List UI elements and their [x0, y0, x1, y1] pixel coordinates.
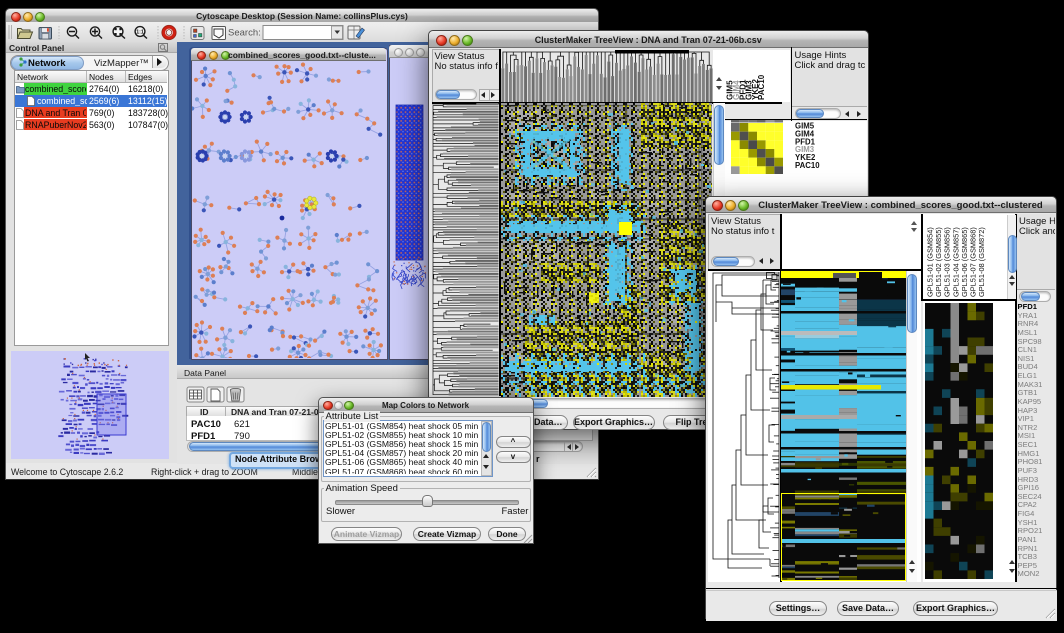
- svg-text:GPL51-08 (GSM872): GPL51-08 (GSM872): [977, 227, 986, 297]
- svg-text:1:1: 1:1: [136, 30, 144, 36]
- svg-text:PAC10: PAC10: [795, 161, 820, 170]
- svg-text:Search:: Search:: [228, 28, 261, 39]
- svg-text:PAC10: PAC10: [757, 74, 766, 100]
